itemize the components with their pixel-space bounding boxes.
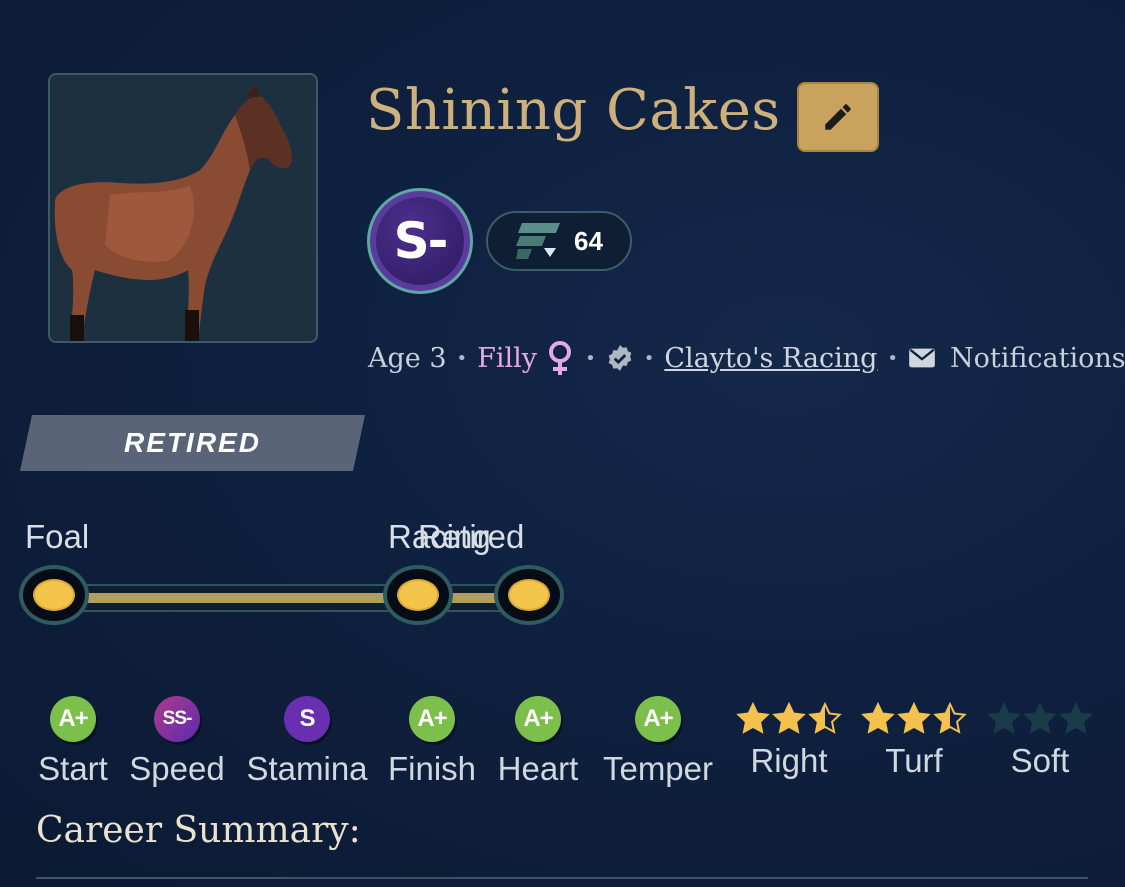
stat-finish-label: Finish — [387, 750, 477, 787]
pref-turf-label: Turf — [885, 742, 943, 779]
verified-badge-icon — [608, 345, 632, 371]
stat-temper-label: Temper — [602, 750, 714, 787]
timeline-label-foal: Foal — [25, 518, 90, 555]
stat-start: A+ Start — [37, 696, 109, 788]
star-icon — [736, 702, 770, 734]
age-label: Age 3 — [368, 342, 447, 374]
stat-finish-grade: A+ — [409, 696, 455, 742]
horse-portrait — [48, 73, 318, 343]
stat-temper-grade: A+ — [635, 696, 681, 742]
timeline-node-foal — [19, 565, 89, 625]
horse-name: Shining Cakes — [366, 78, 781, 143]
sex-label: Filly — [477, 342, 538, 374]
pref-soft: Soft — [985, 702, 1095, 780]
timeline-progress-fill — [52, 593, 532, 603]
stat-speed-label: Speed — [129, 750, 225, 787]
star-icon — [772, 702, 806, 734]
stat-start-label: Start — [38, 750, 108, 787]
horse-meta-row: Age 3 • Filly • • Clayto's Racing • Noti… — [368, 336, 1125, 380]
owner-link[interactable]: Clayto's Racing — [664, 343, 877, 374]
star-icon — [933, 702, 967, 734]
stat-stamina-grade: S — [284, 696, 330, 742]
pref-right: Right — [734, 702, 844, 780]
stat-heart: A+ Heart — [495, 696, 581, 788]
stat-heart-label: Heart — [497, 750, 579, 787]
section-divider — [36, 877, 1088, 879]
timeline-node-retired — [494, 565, 564, 625]
timeline-label-retired: Retired — [418, 518, 525, 555]
pref-soft-stars — [985, 702, 1095, 736]
horse-image — [50, 75, 316, 341]
stat-speed-grade: SS- — [154, 696, 200, 742]
career-summary-title: Career Summary: — [36, 810, 361, 851]
grade-badge: S- — [367, 188, 473, 294]
stat-finish: A+ Finish — [387, 696, 477, 788]
grade-value: S- — [376, 197, 464, 285]
stat-stamina: S Stamina — [245, 696, 369, 788]
stat-stamina-label: Stamina — [246, 750, 368, 787]
pref-right-label: Right — [750, 742, 828, 779]
stat-start-grade: A+ — [50, 696, 96, 742]
pencil-icon — [825, 104, 851, 130]
rating-value: 64 — [574, 225, 603, 256]
star-icon — [1059, 702, 1093, 734]
timeline-node-racing — [383, 565, 453, 625]
star-icon — [987, 702, 1021, 734]
star-icon — [897, 702, 931, 734]
pref-turf-stars — [859, 702, 969, 736]
pref-turf: Turf — [859, 702, 969, 780]
stat-speed: SS- Speed — [127, 696, 227, 788]
pref-right-stars — [734, 702, 844, 736]
rating-pill[interactable]: 64 — [486, 211, 632, 271]
female-icon — [549, 341, 572, 375]
notifications-link[interactable]: Notifications — [950, 343, 1125, 374]
rating-logo-icon — [516, 223, 560, 259]
star-icon — [1023, 702, 1057, 734]
edit-name-button[interactable] — [797, 82, 879, 152]
star-icon — [861, 702, 895, 734]
timeline-track — [52, 584, 532, 612]
stat-temper: A+ Temper — [599, 696, 717, 788]
star-icon — [808, 702, 842, 734]
status-badge: RETIRED — [20, 415, 365, 471]
mail-icon — [909, 348, 935, 368]
stat-heart-grade: A+ — [515, 696, 561, 742]
pref-soft-label: Soft — [1010, 742, 1070, 779]
